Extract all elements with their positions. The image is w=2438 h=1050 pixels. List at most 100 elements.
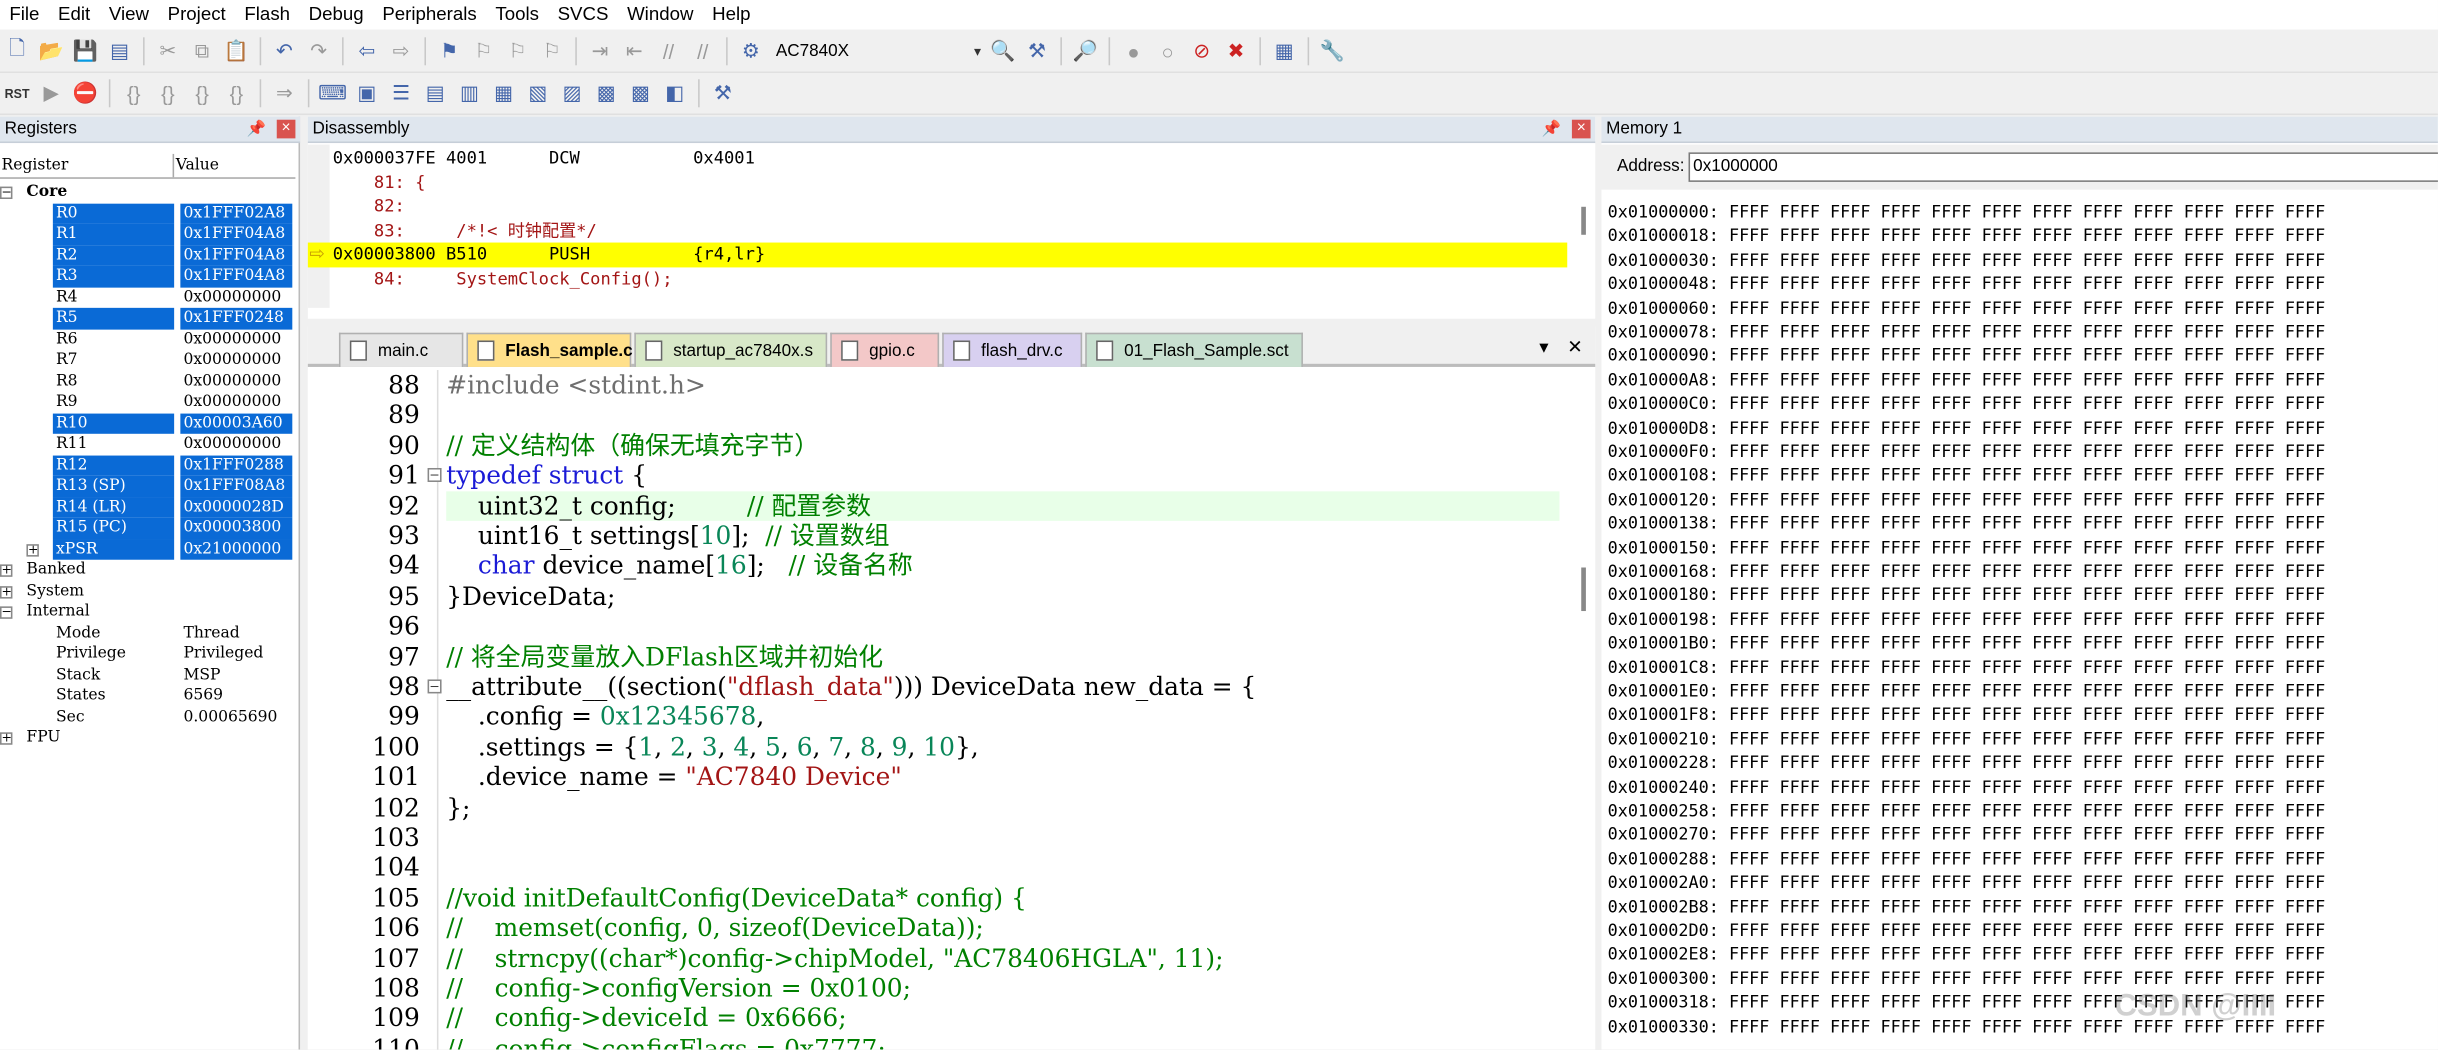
tab-gpio-c[interactable]: gpio.c — [830, 332, 940, 367]
register-value[interactable]: 0x00000000 — [180, 371, 281, 392]
register-value[interactable]: 0x1FFF08A8 — [180, 475, 293, 497]
register-row[interactable]: + FPU — [0, 728, 299, 749]
register-row[interactable]: R9 0x00000000 — [0, 392, 299, 413]
watch-window-icon[interactable]: ▦ — [488, 78, 519, 109]
tab-flash-sample-c[interactable]: Flash_sample.c — [466, 332, 633, 367]
code-line[interactable]: 107 // strncpy((char*)config->chipModel, … — [308, 943, 1595, 973]
memory-row[interactable]: 0x010002E8: FFFF FFFF FFFF FFFF FFFF FFF… — [1608, 943, 2326, 967]
register-value[interactable]: 0x1FFF0288 — [180, 454, 293, 476]
close-icon[interactable]: × — [1571, 119, 1591, 139]
memory-row[interactable]: 0x01000048: FFFF FFFF FFFF FFFF FFFF FFF… — [1608, 272, 2326, 296]
register-value[interactable]: 0x00000000 — [180, 329, 281, 350]
code-line[interactable]: 105 //void initDefaultConfig(DeviceData* … — [308, 883, 1595, 913]
code-line[interactable]: 95}DeviceData; — [308, 581, 1595, 611]
target-options-icon[interactable]: ⚙ — [735, 36, 766, 67]
menu-item[interactable]: Flash — [235, 0, 299, 30]
register-row[interactable]: − Core — [0, 182, 299, 203]
register-row[interactable]: − Internal — [0, 602, 299, 623]
collapse-icon[interactable]: − — [0, 186, 13, 200]
memory-row[interactable]: 0x01000228: FFFF FFFF FFFF FFFF FFFF FFF… — [1608, 751, 2326, 775]
code-line[interactable]: 100 .settings = {1, 2, 3, 4, 5, 6, 7, 8,… — [308, 732, 1595, 762]
register-row[interactable]: Stack MSP — [0, 665, 299, 686]
register-row[interactable]: R11 0x00000000 — [0, 434, 299, 455]
nav-back-icon[interactable]: ⇦ — [351, 36, 382, 67]
breakpoint-disable-icon[interactable]: ⊘ — [1186, 36, 1217, 67]
stop-icon[interactable]: ⛔ — [70, 78, 101, 109]
memory-row[interactable]: 0x010000D8: FFFF FFFF FFFF FFFF FFFF FFF… — [1608, 416, 2326, 440]
register-value[interactable]: 0x00000000 — [180, 350, 281, 371]
memory-row[interactable]: 0x01000060: FFFF FFFF FFFF FFFF FFFF FFF… — [1608, 296, 2326, 320]
memory-row[interactable]: 0x010000C0: FFFF FFFF FFFF FFFF FFFF FFF… — [1608, 392, 2326, 416]
menu-item[interactable]: SVCS — [548, 0, 617, 30]
memory-row[interactable]: 0x01000108: FFFF FFFF FFFF FFFF FFFF FFF… — [1608, 464, 2326, 488]
memory-row[interactable]: 0x01000270: FFFF FFFF FFFF FFFF FFFF FFF… — [1608, 823, 2326, 847]
code-line[interactable]: 109 // config->deviceId = 0x6666; — [308, 1003, 1595, 1033]
code-line[interactable]: 98− __attribute__((section("dflash_data")… — [308, 672, 1595, 702]
trace-window-icon[interactable]: ▩ — [625, 78, 656, 109]
breakpoint-kill-icon[interactable]: ✖ — [1221, 36, 1252, 67]
memory-row[interactable]: 0x010002B8: FFFF FFFF FFFF FFFF FFFF FFF… — [1608, 895, 2326, 919]
window-layout-icon[interactable]: ▦ — [1269, 36, 1300, 67]
register-row[interactable]: R10 0x00003A60 — [0, 412, 299, 434]
uncomment-icon[interactable]: // — [687, 36, 718, 67]
memory-row[interactable]: 0x01000210: FFFF FFFF FFFF FFFF FFFF FFF… — [1608, 727, 2326, 751]
run-to-cursor-icon[interactable]: {} — [221, 78, 252, 109]
code-line[interactable]: 102}; — [308, 792, 1595, 822]
tab-startup-ac7840x-s[interactable]: startup_ac7840x.s — [634, 332, 828, 367]
close-tab-icon[interactable]: ✕ — [1567, 336, 1583, 358]
register-value[interactable]: 0x1FFF02A8 — [180, 202, 293, 224]
unindent-icon[interactable]: ⇤ — [619, 36, 650, 67]
register-row[interactable]: + xPSR 0x21000000 — [0, 538, 299, 560]
memory-row[interactable]: 0x01000120: FFFF FFFF FFFF FFFF FFFF FFF… — [1608, 488, 2326, 512]
memory-row[interactable]: 0x010001E0: FFFF FFFF FFFF FFFF FFFF FFF… — [1608, 679, 2326, 703]
bookmark-next-icon[interactable]: ⚐ — [502, 36, 533, 67]
run-icon[interactable]: ▶ — [36, 78, 67, 109]
code-line[interactable]: 108 // config->configVersion = 0x0100; — [308, 973, 1595, 1003]
toolbox-icon[interactable]: ⚒ — [707, 78, 738, 109]
expand-icon[interactable]: + — [26, 543, 39, 556]
code-line[interactable]: 96 — [308, 611, 1595, 641]
memory-window-icon[interactable]: ▧ — [522, 78, 553, 109]
code-line[interactable]: 93 uint16_t settings[10]; // 设置数组 — [308, 521, 1595, 551]
memory-row[interactable]: 0x01000030: FFFF FFFF FFFF FFFF FFFF FFF… — [1608, 248, 2326, 272]
code-line[interactable]: 94 char device_name[16]; // 设备名称 — [308, 551, 1595, 581]
step-out-icon[interactable]: {} — [187, 78, 218, 109]
system-viewer-icon[interactable]: ◧ — [659, 78, 690, 109]
register-row[interactable]: R8 0x00000000 — [0, 371, 299, 392]
build-target-icon[interactable]: ⚒ — [1022, 36, 1053, 67]
memory-row[interactable]: 0x010002A0: FFFF FFFF FFFF FFFF FFFF FFF… — [1608, 871, 2326, 895]
bookmark-prev-icon[interactable]: ⚐ — [468, 36, 499, 67]
pin-icon[interactable]: 📌 — [247, 117, 266, 143]
register-column-header[interactable]: Register — [0, 153, 175, 178]
memory-row[interactable]: 0x010000F0: FFFF FFFF FFFF FFFF FFFF FFF… — [1608, 440, 2326, 464]
disassembly-scrollbar[interactable] — [1581, 206, 1586, 235]
register-value[interactable]: 0x1FFF04A8 — [180, 265, 293, 287]
register-row[interactable]: R5 0x1FFF0248 — [0, 307, 299, 329]
call-stack-icon[interactable]: ▥ — [454, 78, 485, 109]
code-line[interactable]: 101 .device_name = "AC7840 Device" — [308, 762, 1595, 792]
code-line[interactable]: 99 .config = 0x12345678, — [308, 702, 1595, 732]
pin-icon[interactable]: 📌 — [1542, 117, 1561, 143]
cut-icon[interactable]: ✂ — [152, 36, 183, 67]
breakpoint-insert-icon[interactable]: ● — [1118, 36, 1149, 67]
memory-row[interactable]: 0x01000168: FFFF FFFF FFFF FFFF FFFF FFF… — [1608, 560, 2326, 584]
memory-row[interactable]: 0x010001C8: FFFF FFFF FFFF FFFF FFFF FFF… — [1608, 655, 2326, 679]
memory-row[interactable]: 0x01000090: FFFF FFFF FFFF FFFF FFFF FFF… — [1608, 344, 2326, 368]
editor-scrollbar[interactable] — [1581, 567, 1586, 612]
register-row[interactable]: R2 0x1FFF04A8 — [0, 244, 299, 266]
redo-icon[interactable]: ↷ — [303, 36, 334, 67]
nav-forward-icon[interactable]: ⇨ — [386, 36, 417, 67]
register-value[interactable]: 0x00000000 — [180, 434, 281, 455]
paste-icon[interactable]: 📋 — [221, 36, 252, 67]
fold-toggle-icon[interactable]: − — [427, 468, 442, 483]
debug-session-icon[interactable]: 🔎 — [1070, 36, 1101, 67]
register-value[interactable]: 0x00003800 — [180, 517, 293, 539]
menu-item[interactable]: Peripherals — [373, 0, 486, 30]
close-icon[interactable]: × — [276, 119, 296, 139]
comment-icon[interactable]: // — [653, 36, 684, 67]
register-row[interactable]: R6 0x00000000 — [0, 329, 299, 350]
memory-row[interactable]: 0x01000300: FFFF FFFF FFFF FFFF FFFF FFF… — [1608, 967, 2326, 991]
memory-row[interactable]: 0x01000078: FFFF FFFF FFFF FFFF FFFF FFF… — [1608, 320, 2326, 344]
register-row[interactable]: R0 0x1FFF02A8 — [0, 202, 299, 224]
memory-row[interactable]: 0x01000138: FFFF FFFF FFFF FFFF FFFF FFF… — [1608, 512, 2326, 536]
